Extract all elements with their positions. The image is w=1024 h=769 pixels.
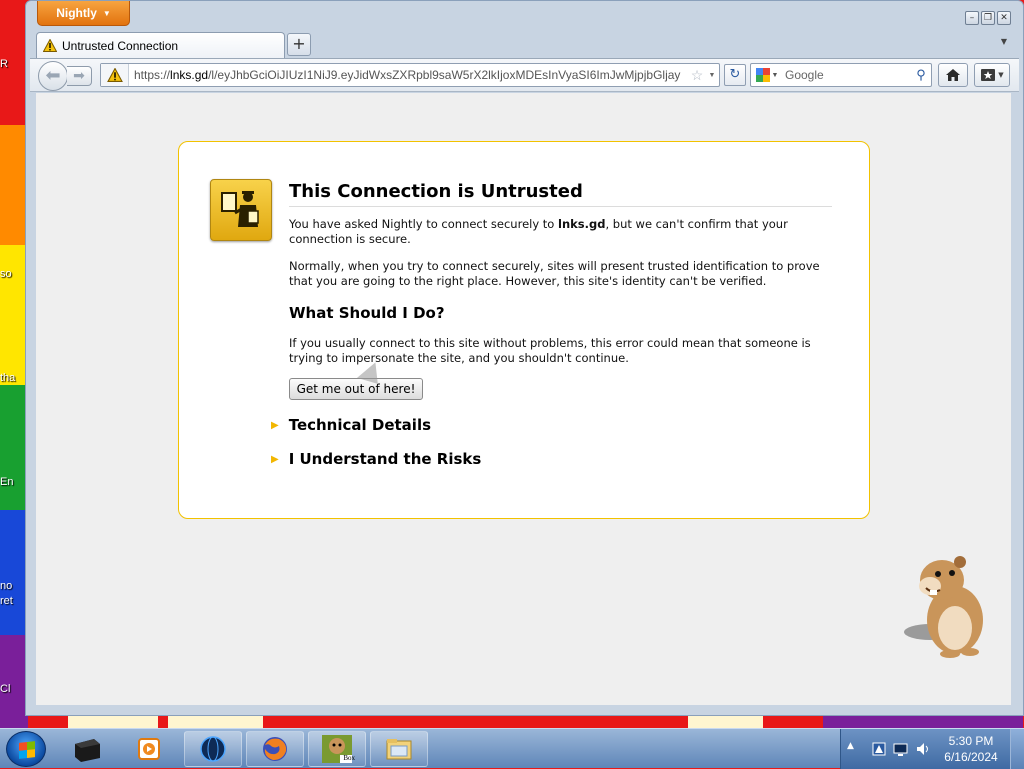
- start-button[interactable]: [6, 731, 46, 767]
- desktop-strip: [28, 716, 1024, 728]
- taskbar-app-box[interactable]: Box: [308, 731, 366, 767]
- get-me-out-button[interactable]: Get me out of here!: [289, 378, 423, 400]
- advice-paragraph: If you usually connect to this site with…: [289, 336, 811, 365]
- desktop-icon-label[interactable]: En: [0, 476, 28, 488]
- search-icon[interactable]: ⚲: [911, 67, 931, 83]
- back-arrow-icon: ⬅: [45, 65, 61, 86]
- firefox-icon: [263, 737, 287, 761]
- taskbar-app-console[interactable]: [58, 731, 116, 767]
- browser-window: Nightly ▼ – ❐ ✕ Untrusted Connection + ▼…: [25, 0, 1024, 716]
- window-controls: – ❐ ✕: [965, 11, 1011, 25]
- host-name: lnks.gd: [558, 217, 606, 231]
- hamster-pet-icon[interactable]: [900, 550, 990, 660]
- network-icon[interactable]: [893, 741, 909, 757]
- understand-risks-label: I Understand the Risks: [288, 450, 482, 468]
- console-icon: [75, 739, 100, 762]
- intro-paragraph: You have asked Nightly to connect secure…: [289, 217, 829, 247]
- maximize-button[interactable]: ❐: [981, 11, 995, 25]
- box-label: Box: [343, 754, 355, 762]
- bookmarks-icon: [981, 69, 996, 81]
- explanation-paragraph: Normally, when you try to connect secure…: [289, 259, 820, 288]
- technical-details-label: Technical Details: [288, 416, 432, 434]
- desktop-icon-label[interactable]: ret: [0, 595, 28, 607]
- folder-icon: [386, 739, 412, 760]
- technical-details-expander[interactable]: ▶ Technical Details: [271, 416, 431, 434]
- tab-list-chevron-icon[interactable]: ▼: [1001, 37, 1007, 46]
- volume-icon[interactable]: [915, 741, 931, 757]
- tab-untrusted-connection[interactable]: Untrusted Connection: [36, 32, 285, 58]
- error-panel: This Connection is Untrusted You have as…: [178, 141, 870, 519]
- forward-arrow-icon: ➡: [73, 68, 85, 84]
- understand-risks-expander[interactable]: ▶ I Understand the Risks: [271, 450, 481, 468]
- back-button[interactable]: ⬅: [38, 61, 68, 91]
- close-button[interactable]: ✕: [997, 11, 1011, 25]
- home-button[interactable]: [938, 63, 968, 87]
- warning-icon: [43, 39, 57, 52]
- what-should-i-do-heading: What Should I Do?: [289, 304, 445, 322]
- chevron-down-icon: ▼: [102, 8, 111, 18]
- reload-button[interactable]: ↻: [724, 64, 746, 86]
- expand-triangle-icon: ▶: [271, 419, 279, 431]
- search-engine-selector[interactable]: ▼: [751, 68, 783, 82]
- show-hidden-icons-chevron-icon[interactable]: ▲: [847, 741, 863, 757]
- clock-date: 6/16/2024: [944, 750, 998, 764]
- url-history-chevron-icon[interactable]: ▼: [705, 72, 719, 79]
- action-center-icon[interactable]: [871, 741, 887, 757]
- url-text[interactable]: https://lnks.gd/l/eyJhbGciOiJIUzI1NiJ9.e…: [129, 68, 689, 82]
- bookmarks-menu-button[interactable]: ▼: [974, 63, 1010, 87]
- desktop-icon-label[interactable]: R: [0, 58, 28, 70]
- page-content: This Connection is Untrusted You have as…: [36, 93, 1011, 705]
- chevron-down-icon: ▼: [998, 71, 1004, 79]
- desktop-icon-label[interactable]: Cl: [0, 683, 28, 695]
- clock-time: 5:30 PM: [948, 734, 994, 748]
- google-icon: [755, 68, 770, 82]
- expand-triangle-icon: ▶: [271, 453, 279, 465]
- search-input[interactable]: Google: [783, 68, 911, 82]
- page-title: This Connection is Untrusted: [289, 181, 832, 207]
- desktop-icon-label[interactable]: no: [0, 580, 28, 592]
- system-clock[interactable]: 5:30 PM 6/16/2024: [936, 733, 1006, 765]
- home-icon: [946, 69, 960, 81]
- url-host: lnks.gd: [170, 68, 209, 82]
- tab-title: Untrusted Connection: [62, 38, 179, 53]
- warning-icon: [106, 68, 123, 82]
- taskbar-app-firefox[interactable]: [246, 731, 304, 767]
- officer-certificate-icon: [210, 179, 272, 241]
- show-desktop-button[interactable]: [1010, 729, 1024, 769]
- url-path: /l/eyJhbGciOiJIUzI1NiJ9.eyJidWxsZXRpbl9s…: [208, 68, 681, 82]
- url-bar[interactable]: https://lnks.gd/l/eyJhbGciOiJIUzI1NiJ9.e…: [100, 63, 720, 87]
- app-menu-button[interactable]: Nightly ▼: [37, 1, 130, 26]
- windows-logo-icon: [19, 741, 35, 759]
- search-box[interactable]: ▼ Google ⚲: [750, 63, 932, 87]
- forward-button[interactable]: ➡: [67, 66, 92, 86]
- chevron-down-icon: ▼: [771, 71, 779, 79]
- desktop-icon-label[interactable]: tha: [0, 372, 28, 384]
- navigation-toolbar: ⬅ ➡ https://lnks.gd/l/eyJhbGciOiJIUzI1Ni…: [30, 58, 1019, 92]
- new-tab-button[interactable]: +: [287, 33, 311, 56]
- media-player-icon: [138, 738, 160, 760]
- taskbar-app-media-player[interactable]: [120, 731, 178, 767]
- app-menu-label: Nightly: [56, 6, 97, 20]
- url-scheme: https://: [134, 68, 171, 82]
- taskbar: Box ▲ 5:30 PM 6/16/2024: [0, 728, 1024, 769]
- globe-icon: [200, 736, 226, 762]
- site-identity-button[interactable]: [101, 64, 129, 86]
- desktop-icon-label[interactable]: so: [0, 268, 28, 280]
- reload-icon: ↻: [729, 67, 741, 82]
- taskbar-app-explorer[interactable]: [370, 731, 428, 767]
- bookmark-star-icon[interactable]: ☆: [689, 67, 705, 84]
- intro-text: You have asked Nightly to connect secure…: [289, 217, 559, 231]
- minimize-button[interactable]: –: [965, 11, 979, 25]
- taskbar-app-globe[interactable]: [184, 731, 242, 767]
